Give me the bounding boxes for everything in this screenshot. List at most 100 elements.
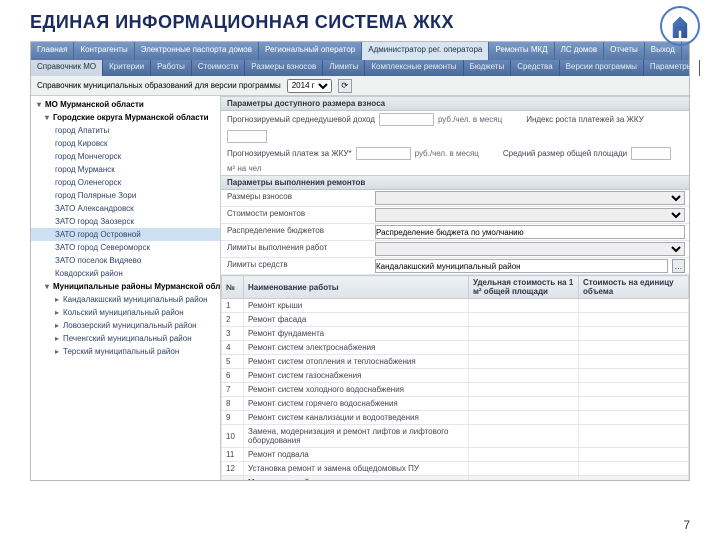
tree-node[interactable]: Городские округа Мурманской области [31, 111, 220, 124]
tree-node[interactable]: Ловозерский муниципальный район [31, 319, 220, 332]
cell-unit-cost[interactable] [469, 355, 579, 369]
cell-vol-cost[interactable] [579, 397, 689, 411]
cell-vol-cost[interactable] [579, 411, 689, 425]
topnav-item[interactable]: Отчеты [604, 42, 645, 60]
cell-vol-cost[interactable] [579, 369, 689, 383]
cell-vol-cost[interactable] [579, 448, 689, 462]
tree-node[interactable]: город Полярные Зори [31, 189, 220, 202]
subnav-item[interactable]: Средства [511, 60, 559, 76]
tree-node[interactable]: Терский муниципальный район [31, 345, 220, 358]
table-row[interactable]: 9Ремонт систем канализации и водоотведен… [222, 411, 689, 425]
tree-node[interactable]: ЗАТО город Североморск [31, 241, 220, 254]
tree-node[interactable]: ЗАТО город Заозерск [31, 215, 220, 228]
table-row[interactable]: 6Ремонт систем газоснабжения [222, 369, 689, 383]
tree-node[interactable]: МО Мурманской области [31, 98, 220, 111]
table-row[interactable]: 2Ремонт фасада [222, 313, 689, 327]
tree-node[interactable]: Кандалакшский муниципальный район [31, 293, 220, 306]
table-row[interactable]: 8Ремонт систем горячего водоснабжения [222, 397, 689, 411]
topnav-item[interactable]: Главная [31, 42, 74, 60]
param-select[interactable] [375, 191, 685, 205]
chevron-icon[interactable] [55, 295, 63, 304]
cell-vol-cost[interactable] [579, 383, 689, 397]
table-row[interactable]: 11Ремонт подвала [222, 448, 689, 462]
cell-unit-cost[interactable] [469, 448, 579, 462]
subnav-item[interactable]: Работы [151, 60, 192, 76]
cell-vol-cost[interactable] [579, 327, 689, 341]
tree-node[interactable]: город Мурманск [31, 163, 220, 176]
table-row[interactable]: 7Ремонт систем холодного водоснабжения [222, 383, 689, 397]
topnav-item[interactable]: Контрагенты [74, 42, 134, 60]
subnav-item[interactable]: Критерии [103, 60, 151, 76]
cell-unit-cost[interactable] [469, 327, 579, 341]
cell-unit-cost[interactable] [469, 411, 579, 425]
cell-unit-cost[interactable] [469, 383, 579, 397]
tree-node[interactable]: ЗАТО город Островной [31, 228, 220, 241]
avg-area-input[interactable] [631, 147, 671, 160]
table-row[interactable]: 12Установка ремонт и замена общедомовых … [222, 462, 689, 476]
chevron-icon[interactable] [55, 308, 63, 317]
tree-node[interactable]: Печенгский муниципальный район [31, 332, 220, 345]
tree-node[interactable]: ЗАТО Александровск [31, 202, 220, 215]
tree-node[interactable]: город Оленегорск [31, 176, 220, 189]
cell-vol-cost[interactable] [579, 425, 689, 448]
cell-unit-cost[interactable] [469, 462, 579, 476]
table-row[interactable]: 1Ремонт крыши [222, 299, 689, 313]
subnav-item[interactable]: Параметры [644, 60, 700, 76]
refresh-icon[interactable]: ⟳ [338, 79, 352, 93]
cell-vol-cost[interactable] [579, 313, 689, 327]
index-input[interactable] [227, 130, 267, 143]
income-input[interactable] [379, 113, 434, 126]
year-select[interactable]: 2014 г [287, 79, 332, 93]
cell-num: 9 [222, 411, 244, 425]
cell-vol-cost[interactable] [579, 462, 689, 476]
table-row[interactable]: 3Ремонт фундамента [222, 327, 689, 341]
cell-vol-cost[interactable] [579, 355, 689, 369]
tree-node[interactable]: Ковдорский район [31, 267, 220, 280]
subnav-item[interactable]: Лимиты [323, 60, 365, 76]
param-input[interactable] [375, 259, 668, 273]
tree-node[interactable]: Муниципальные районы Мурманской области [31, 280, 220, 293]
chevron-icon[interactable] [45, 113, 53, 122]
subnav-item[interactable]: Бюджеты [464, 60, 512, 76]
topnav-item[interactable]: Ремонты МКД [489, 42, 554, 60]
tree-node[interactable]: ЗАТО поселок Видяево [31, 254, 220, 267]
tree-node[interactable]: город Мончегорск [31, 150, 220, 163]
tree-node[interactable]: Кольский муниципальный район [31, 306, 220, 319]
param-input[interactable] [375, 225, 685, 239]
subnav-item[interactable]: Версии программы [560, 60, 644, 76]
building-icon [668, 14, 692, 38]
cell-unit-cost[interactable] [469, 397, 579, 411]
table-row[interactable]: 4Ремонт систем электроснабжения [222, 341, 689, 355]
tree-node[interactable]: город Апатиты [31, 124, 220, 137]
subnav-item[interactable]: Комплексные ремонты [365, 60, 463, 76]
topnav-item[interactable]: Администратор рег. оператора [362, 42, 489, 60]
cell-name: Ремонт систем отопления и теплоснабжения [244, 355, 469, 369]
topnav-item[interactable]: Региональный оператор [259, 42, 362, 60]
chevron-icon[interactable] [55, 347, 63, 356]
subnav-item[interactable]: Размеры взносов [245, 60, 323, 76]
table-row[interactable]: 10Замена, модернизация и ремонт лифтов и… [222, 425, 689, 448]
cell-unit-cost[interactable] [469, 299, 579, 313]
pay-input[interactable] [356, 147, 411, 160]
cell-unit-cost[interactable] [469, 341, 579, 355]
lookup-button[interactable]: … [672, 259, 685, 273]
topnav-item[interactable]: ЛС домов [555, 42, 605, 60]
param-select[interactable] [375, 242, 685, 256]
chevron-icon[interactable] [45, 282, 53, 291]
cell-num: 12 [222, 462, 244, 476]
cell-unit-cost[interactable] [469, 425, 579, 448]
cell-vol-cost[interactable] [579, 299, 689, 313]
subnav-item[interactable]: Стоимости [192, 60, 245, 76]
cell-vol-cost[interactable] [579, 341, 689, 355]
cell-unit-cost[interactable] [469, 369, 579, 383]
param-select[interactable] [375, 208, 685, 222]
chevron-icon[interactable] [55, 334, 63, 343]
subnav-item[interactable]: Справочник МО [31, 60, 103, 76]
chevron-icon[interactable] [55, 321, 63, 330]
cell-unit-cost[interactable] [469, 313, 579, 327]
topnav-item[interactable]: Электронные паспорта домов [135, 42, 259, 60]
tree-node[interactable]: город Кировск [31, 137, 220, 150]
chevron-icon[interactable] [37, 100, 45, 109]
cell-name: Ремонт систем горячего водоснабжения [244, 397, 469, 411]
table-row[interactable]: 5Ремонт систем отопления и теплоснабжени… [222, 355, 689, 369]
